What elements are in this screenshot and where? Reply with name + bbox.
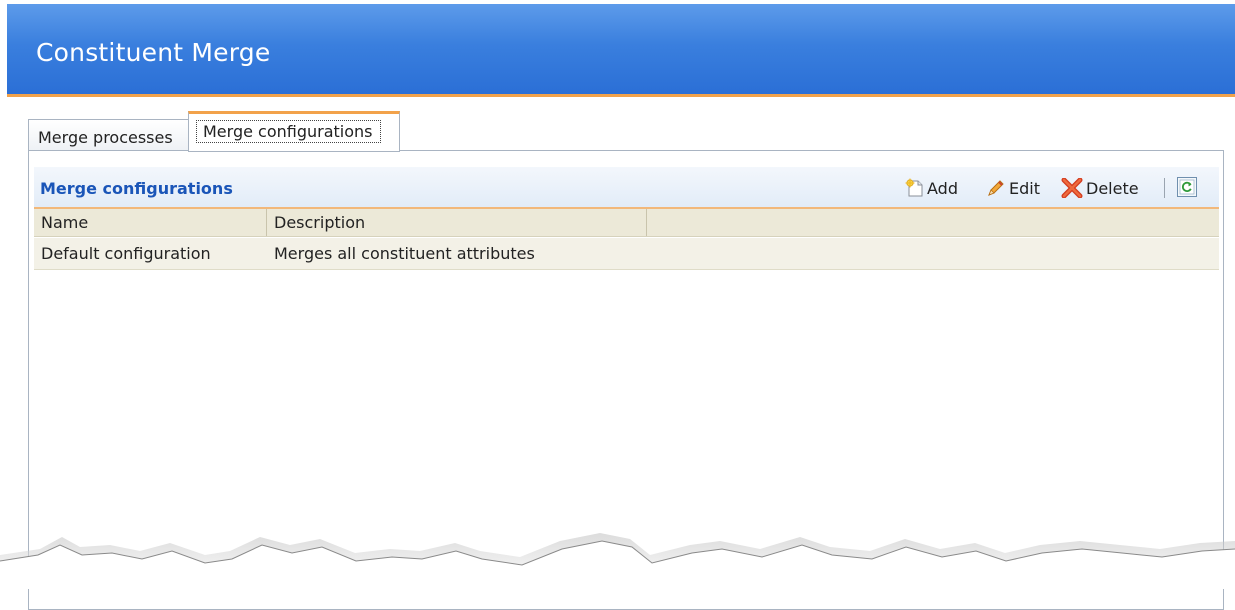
page-header: Constituent Merge [7, 4, 1235, 97]
edit-pencil-icon [988, 180, 1004, 196]
cell-name: Default configuration [41, 244, 211, 263]
section-title: Merge configurations [40, 179, 233, 198]
cell-description: Merges all constituent attributes [274, 244, 535, 263]
column-header-description[interactable]: Description [267, 209, 647, 236]
tab-focus-outline: Merge configurations [196, 120, 381, 143]
add-icon [905, 178, 923, 197]
tab-merge-processes-label: Merge processes [38, 128, 173, 147]
tab-merge-configurations-label: Merge configurations [203, 122, 373, 141]
grid-header: Name Description [34, 209, 1219, 237]
add-button-label: Add [927, 178, 958, 198]
page-title: Constituent Merge [36, 38, 271, 67]
tab-merge-configurations[interactable]: Merge configurations [188, 111, 400, 152]
toolbar-separator [1164, 178, 1165, 198]
section-header: Merge configurations Add Edit Delete [34, 167, 1219, 209]
table-row[interactable]: Default configuration Merges all constit… [34, 238, 1219, 270]
refresh-button[interactable] [1176, 176, 1198, 198]
edit-button[interactable]: Edit [986, 177, 1040, 199]
delete-x-icon [1061, 178, 1083, 198]
add-button[interactable]: Add [904, 177, 958, 199]
tab-merge-processes[interactable]: Merge processes [28, 119, 189, 151]
torn-edge-decoration [0, 533, 1235, 589]
delete-button-label: Delete [1086, 178, 1139, 198]
delete-button[interactable]: Delete [1061, 177, 1139, 199]
edit-button-label: Edit [1009, 178, 1040, 198]
refresh-icon [1177, 177, 1197, 197]
column-header-name[interactable]: Name [34, 209, 267, 236]
